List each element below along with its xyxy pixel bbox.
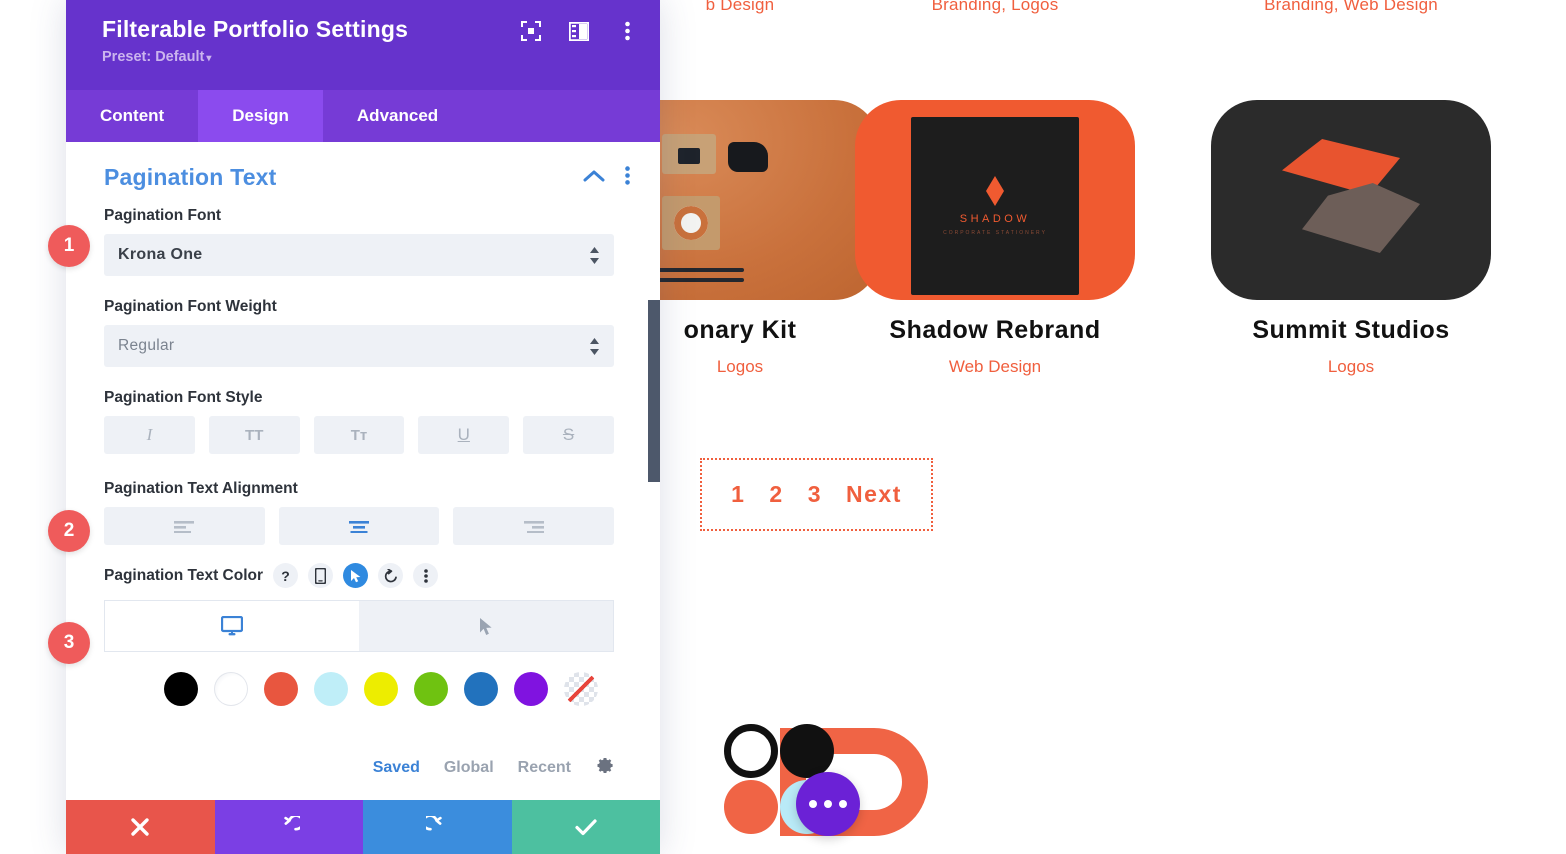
color-state-tabs — [104, 600, 614, 652]
help-icon[interactable]: ? — [273, 563, 299, 588]
uppercase-button[interactable]: TT — [208, 416, 300, 454]
pagination-font-weight-label: Pagination Font Weight — [104, 298, 277, 315]
redo-button[interactable] — [363, 800, 512, 854]
pagination-font-style-label: Pagination Font Style — [104, 389, 263, 406]
swatch-yellow[interactable] — [364, 672, 398, 706]
hover-state-tab[interactable] — [359, 601, 613, 651]
swatch-light-cyan[interactable] — [314, 672, 348, 706]
settings-scroll-area: Pagination Text Pagination Font Krona On… — [66, 142, 660, 800]
modal-body: Pagination Text Pagination Font Krona On… — [66, 142, 660, 800]
field-pagination-font: Pagination Font Krona One — [66, 197, 660, 276]
palette-tab-saved[interactable]: Saved — [373, 759, 420, 777]
small-caps-button[interactable]: Tᴛ — [313, 416, 405, 454]
swatch-black[interactable] — [164, 672, 198, 706]
field-pagination-font-weight: Pagination Font Weight Regular — [66, 276, 660, 367]
tab-content[interactable]: Content — [66, 90, 198, 142]
portfolio-top-category: Branding, Web Design — [1264, 0, 1438, 14]
modal-header: Filterable Portfolio Settings Preset: De… — [66, 0, 660, 90]
section-more-icon[interactable] — [625, 165, 630, 190]
palette-tab-recent[interactable]: Recent — [518, 759, 571, 777]
more-options-icon[interactable] — [616, 20, 638, 42]
undo-button[interactable] — [214, 800, 363, 854]
swatch-coral[interactable] — [264, 672, 298, 706]
divi-circle-black — [780, 724, 834, 778]
swatch-purple[interactable] — [514, 672, 548, 706]
desktop-state-tab[interactable] — [105, 601, 359, 651]
field-pagination-text-alignment: Pagination Text Alignment — [66, 454, 660, 545]
cancel-button[interactable] — [66, 800, 215, 854]
save-button[interactable] — [511, 800, 660, 854]
pagination-link-next[interactable]: Next — [846, 481, 902, 508]
pagination-link-3[interactable]: 3 — [808, 481, 822, 508]
strikethrough-button[interactable]: S — [523, 416, 614, 454]
modal-footer — [66, 800, 660, 854]
portfolio-top-category: Branding, Logos — [931, 0, 1059, 14]
portfolio-card[interactable]: Branding, Logos SHADOW CORPORATE STATION… — [855, 0, 1135, 377]
reset-icon[interactable] — [378, 563, 404, 588]
thumb-brand-subtitle: CORPORATE STATIONERY — [943, 230, 1047, 236]
pagination-font-select[interactable]: Krona One — [104, 234, 614, 276]
options-icon[interactable] — [413, 563, 439, 588]
summit-studios-logo[interactable] — [1211, 100, 1491, 300]
align-right-button[interactable] — [453, 507, 615, 545]
field-pagination-font-style: Pagination Font Style I TT Tᴛ U S — [66, 367, 660, 454]
pagination-link-1[interactable]: 1 — [731, 481, 745, 508]
pagination-font-weight-select[interactable]: Regular — [104, 325, 614, 367]
callout-badge-1: 1 — [48, 225, 90, 267]
modal-tabs: Content Design Advanced — [66, 90, 660, 142]
palette-tab-global[interactable]: Global — [444, 759, 494, 777]
focus-icon[interactable] — [520, 20, 542, 42]
portfolio-category[interactable]: Web Design — [855, 357, 1135, 377]
chevron-up-icon[interactable] — [583, 169, 605, 187]
shadow-notebook-photo[interactable]: SHADOW CORPORATE STATIONERY — [855, 100, 1135, 300]
align-center-button[interactable] — [278, 507, 440, 545]
tab-design[interactable]: Design — [198, 90, 323, 142]
section-header-pagination-text: Pagination Text — [66, 142, 660, 197]
sort-arrows-icon — [589, 246, 600, 264]
palette-tabs: Saved Global Recent — [373, 756, 614, 780]
responsive-mobile-icon[interactable] — [308, 563, 334, 588]
underline-button[interactable]: U — [418, 416, 510, 454]
hover-cursor-icon[interactable] — [343, 563, 369, 588]
swatch-green[interactable] — [414, 672, 448, 706]
settings-panel-scrollbar[interactable] — [648, 300, 660, 482]
divi-builder-logo[interactable] — [714, 722, 928, 840]
portfolio-title[interactable]: Shadow Rebrand — [855, 316, 1135, 345]
portfolio-title[interactable]: Summit Studios — [1211, 316, 1491, 345]
portfolio-card[interactable]: Branding, Web Design Summit Studios Logo… — [1211, 0, 1491, 377]
pagination-font-weight-value: Regular — [118, 337, 175, 354]
sort-arrows-icon — [589, 337, 600, 355]
layout-panel-icon[interactable] — [568, 20, 590, 42]
divi-circle-coral — [724, 780, 778, 834]
swatch-blue[interactable] — [464, 672, 498, 706]
thumb-brand-name: SHADOW — [959, 213, 1031, 225]
filterable-portfolio-settings-modal: Filterable Portfolio Settings Preset: De… — [66, 0, 660, 854]
swatch-transparent[interactable] — [564, 672, 598, 706]
pagination-text-alignment-label: Pagination Text Alignment — [104, 480, 298, 497]
divi-more-menu-button[interactable] — [796, 772, 860, 836]
callout-badge-2: 2 — [48, 510, 90, 552]
preset-label: Preset: Default — [102, 49, 205, 65]
gear-icon[interactable] — [595, 756, 614, 780]
pagination-font-value: Krona One — [118, 246, 203, 263]
tab-advanced[interactable]: Advanced — [323, 90, 472, 142]
field-pagination-text-color: Pagination Text Color ? — [66, 545, 660, 588]
portfolio-category[interactable]: Logos — [1211, 357, 1491, 377]
italic-button[interactable]: I — [104, 416, 195, 454]
align-left-button[interactable] — [104, 507, 265, 545]
preset-selector[interactable]: Preset: Default ▾ — [102, 49, 634, 65]
pagination-text-color-label: Pagination Text Color — [104, 566, 264, 584]
section-title[interactable]: Pagination Text — [104, 164, 277, 191]
callout-badge-3: 3 — [48, 622, 90, 664]
swatch-white[interactable] — [214, 672, 248, 706]
pagination-preview[interactable]: 1 2 3 Next — [700, 458, 933, 531]
pagination-link-2[interactable]: 2 — [769, 481, 783, 508]
divi-circle-ring — [724, 724, 778, 778]
color-swatch-row — [66, 652, 660, 706]
modal-header-icons — [520, 20, 638, 42]
pagination-font-label: Pagination Font — [104, 207, 222, 224]
chevron-down-icon: ▾ — [206, 53, 212, 64]
